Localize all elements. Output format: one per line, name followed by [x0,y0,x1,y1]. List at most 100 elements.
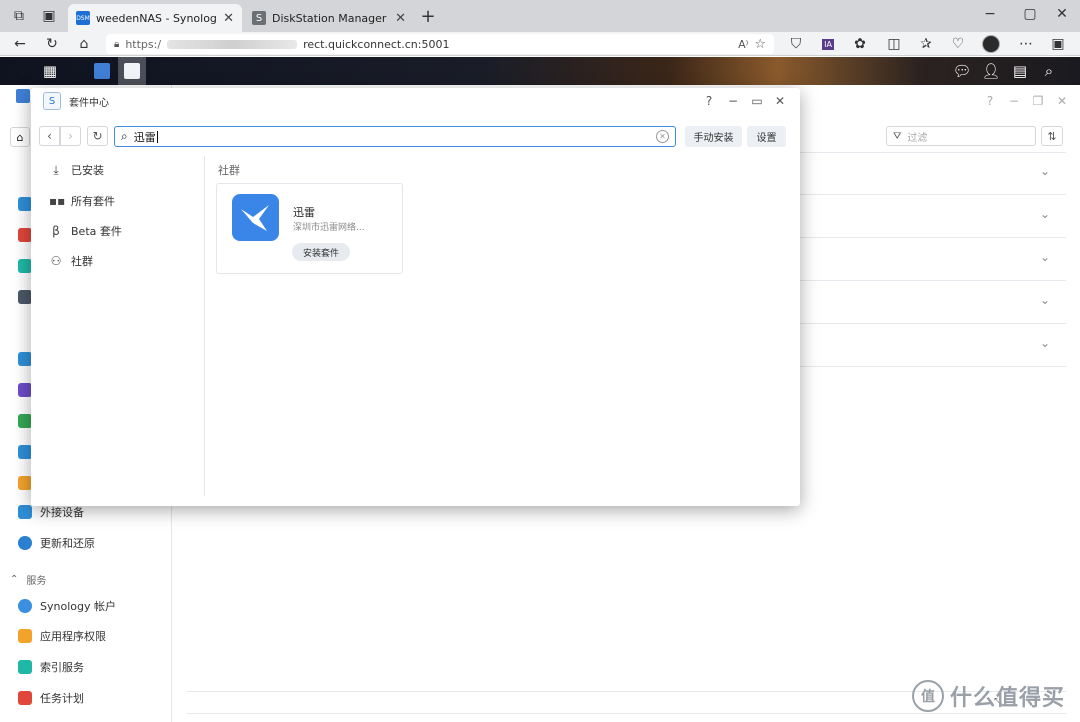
notification-icon[interactable] [18,445,32,459]
collapse-chevron-icon: ⌃ [10,573,19,585]
tab-diskstation[interactable]: S DiskStation Manager 7.2 | 群晖科 ✕ [244,4,414,32]
maximize-window-button[interactable]: ▢ [1018,4,1042,24]
watermark-logo-icon: 值 [912,680,944,712]
security-icon[interactable] [18,259,32,273]
sort-button[interactable]: ⇅ [1041,126,1063,146]
home-icon[interactable]: ⌂ [10,127,30,147]
synology-s-icon: S [252,11,266,25]
help-icon[interactable]: ? [982,93,998,109]
xunlei-bird-icon [232,194,279,241]
sidebar-item-label: 更新和还原 [40,537,95,550]
extensions-icon[interactable]: ✿ [850,34,870,54]
sidebar-item-update-restore[interactable]: 更新和还原 [18,532,95,554]
help-button[interactable]: ? [701,93,717,109]
favorites-icon[interactable]: ✰ [916,34,936,54]
update-restore-icon [18,536,32,550]
close-icon[interactable]: ✕ [772,93,788,109]
refresh-icon[interactable]: ↻ [87,126,108,146]
more-menu-icon[interactable]: ⋯ [1016,34,1036,54]
filter-input[interactable]: ⛛ 过滤 [886,126,1036,146]
text-cursor [156,130,158,143]
back-icon[interactable]: ← [10,34,30,54]
read-aloud-icon[interactable]: A⁾ [738,38,748,51]
manual-install-button[interactable]: 手动安装 [685,126,742,147]
sidebar-item-label: 外接设备 [40,506,84,519]
browser-essentials-icon[interactable]: ♡ [948,34,968,54]
dsm-icon: DSM [76,11,90,25]
settings-button[interactable]: 设置 [747,126,786,147]
tab-title: DiskStation Manager 7.2 | 群晖科 [272,12,389,25]
address-bar[interactable]: 🔒︎ https:/ rect.quickconnect.cn:5001 A⁾ … [106,34,774,54]
package-center-taskbar-icon[interactable] [118,57,146,85]
sidebar-item-community[interactable]: ⚇ 社群 [49,250,93,272]
package-card[interactable]: 迅雷 深圳市迅雷网络... 安装套件 [216,183,403,274]
sidebar-item-app-privileges[interactable]: 应用程序权限 [18,625,106,647]
control-panel-taskbar-icon[interactable] [88,57,116,85]
tab-actions-icon[interactable]: ▣ [38,6,60,26]
profile-avatar[interactable] [982,35,1000,53]
minimize-icon[interactable]: − [1006,93,1022,109]
window-titlebar[interactable]: S 套件中心 [31,88,800,114]
app-privileges-icon [18,629,32,643]
sidebar-toggle-icon[interactable]: ▣ [1048,34,1068,54]
restore-icon[interactable]: ❐ [1030,93,1046,109]
install-package-button[interactable]: 安装套件 [292,243,350,261]
sidebar-item-indexing-service[interactable]: 索引服务 [18,656,84,678]
divider [186,713,1066,714]
grid-icon: ▪▪ [49,194,66,208]
user-icon[interactable]: 👤︎ [977,57,1005,85]
lock-icon: 🔒︎ [114,38,120,50]
notifications-icon[interactable]: 💬︎ [948,57,976,85]
close-tab-icon[interactable]: ✕ [395,11,406,26]
hardware-icon[interactable] [18,476,32,490]
search-icon: ⌕ [121,129,128,143]
refresh-icon[interactable]: ↻ [42,34,62,54]
tab-title: weedenNAS - Synology NAS [96,11,217,25]
forward-arrow-icon[interactable]: › [60,126,81,146]
url-suffix: rect.quickconnect.cn:5001 [303,37,450,51]
new-tab-button[interactable]: + [418,6,438,27]
package-name: 迅雷 [293,206,315,219]
split-screen-icon[interactable]: ◫ [884,34,904,54]
sidebar-item-label: 社群 [71,255,93,268]
clear-search-icon[interactable]: ✕ [656,130,669,143]
theme-icon[interactable] [18,383,32,397]
home-icon[interactable]: ⌂ [74,34,94,54]
network-icon[interactable] [18,197,32,211]
sidebar-item-label: 已安装 [71,164,104,177]
package-center-logo-icon: S [43,92,61,110]
close-window-button[interactable]: ✕ [1050,4,1074,24]
back-arrow-icon[interactable]: ‹ [39,126,60,146]
region-icon[interactable] [18,414,32,428]
search-input[interactable]: ⌕ 迅雷 ✕ [114,126,676,147]
service-section-header[interactable]: ⌃ 服务 [10,570,46,588]
sidebar-item-label: 任务计划 [40,692,84,705]
task-scheduler-icon [18,691,32,705]
package-toolbar: ‹ › ↻ ⌕ 迅雷 ✕ 手动安装 设置 [31,123,800,151]
terminal-icon[interactable] [18,290,32,304]
tab-weedennas[interactable]: DSM weedenNAS - Synology NAS ✕ [68,4,242,32]
shield-extension-icon[interactable]: ⛉ [786,34,806,54]
main-menu-icon[interactable]: ▦ [36,57,64,85]
home-network-icon[interactable] [18,228,32,242]
minimize-window-button[interactable]: − [978,4,1002,24]
minimize-icon[interactable]: − [725,93,741,109]
close-tab-icon[interactable]: ✕ [223,11,234,26]
search-icon[interactable]: ⌕ [1035,57,1063,85]
sidebar-item-beta[interactable]: β Beta 套件 [49,220,122,242]
sidebar-item-synology-account[interactable]: Synology 帐户 [18,595,116,617]
workspaces-icon[interactable]: ⧉ [8,6,30,26]
chevron-down-icon: ⌄ [1039,250,1050,264]
sidebar-item-all-packages[interactable]: ▪▪ 所有套件 [49,190,115,212]
maximize-icon[interactable]: ▭ [749,93,765,109]
filter-icon: ⛛ [893,130,902,142]
favorite-star-icon[interactable]: ☆ [754,37,766,52]
sidebar-item-installed[interactable]: ⤓ 已安装 [49,159,104,181]
close-icon[interactable]: ✕ [1054,93,1070,109]
info-icon[interactable] [18,352,32,366]
ia-extension-icon[interactable]: IA [822,38,834,50]
widgets-icon[interactable]: ▤ [1006,57,1034,85]
watermark: 值 什么值得买 [912,680,1065,712]
sidebar-item-task-scheduler[interactable]: 任务计划 [18,687,84,709]
sidebar-item-label: 所有套件 [71,195,115,208]
